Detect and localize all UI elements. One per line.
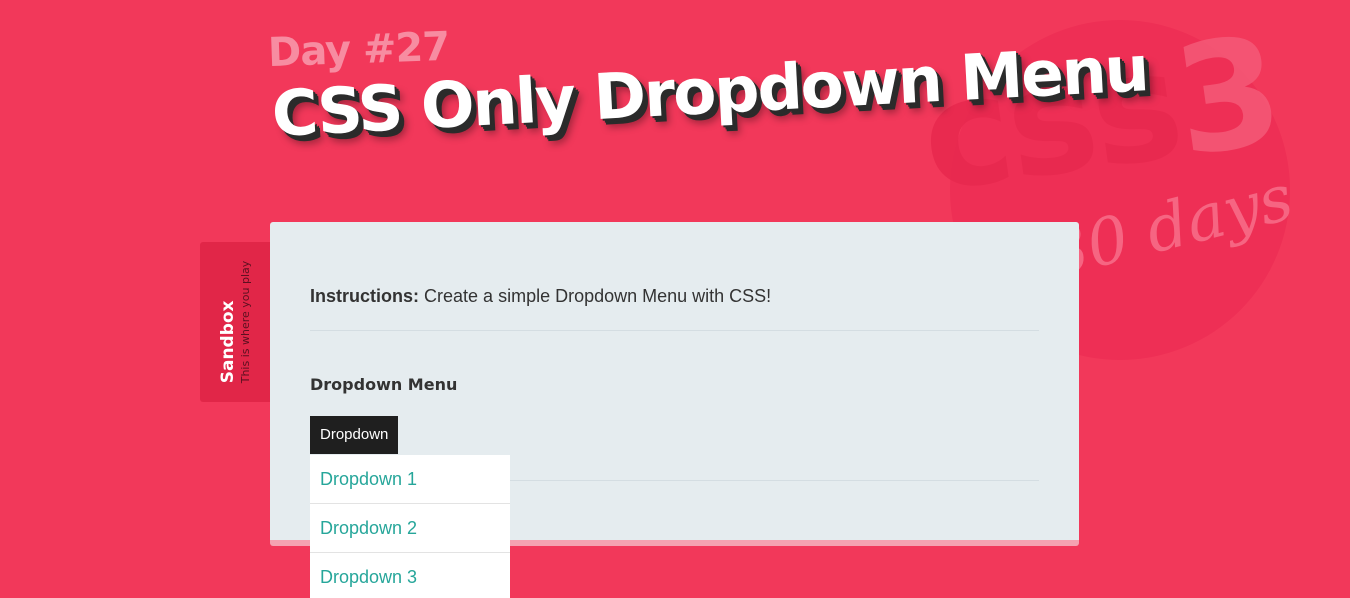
sandbox-subtitle: This is where you play [238, 260, 252, 384]
instructions-text: Create a simple Dropdown Menu with CSS! [424, 286, 772, 306]
sandbox-title: Sandbox [217, 300, 238, 384]
dropdown-button[interactable]: Dropdown [310, 416, 399, 454]
section-title: Dropdown Menu [310, 375, 458, 394]
sandbox-tab-text: Sandbox This is where you play [217, 261, 253, 384]
dropdown-menu-item[interactable]: Dropdown 2 [310, 504, 510, 553]
day-label: Day #27 [267, 23, 450, 77]
divider [310, 330, 1039, 331]
dropdown-menu: Dropdown 1 Dropdown 2 Dropdown 3 [310, 455, 510, 598]
instructions-label: Instructions: [310, 286, 420, 306]
instructions: Instructions: Create a simple Dropdown M… [310, 286, 771, 307]
dropdown-menu-item[interactable]: Dropdown 1 [310, 455, 510, 504]
sandbox-tab: Sandbox This is where you play [200, 242, 270, 402]
dropdown-menu-item[interactable]: Dropdown 3 [310, 553, 510, 598]
